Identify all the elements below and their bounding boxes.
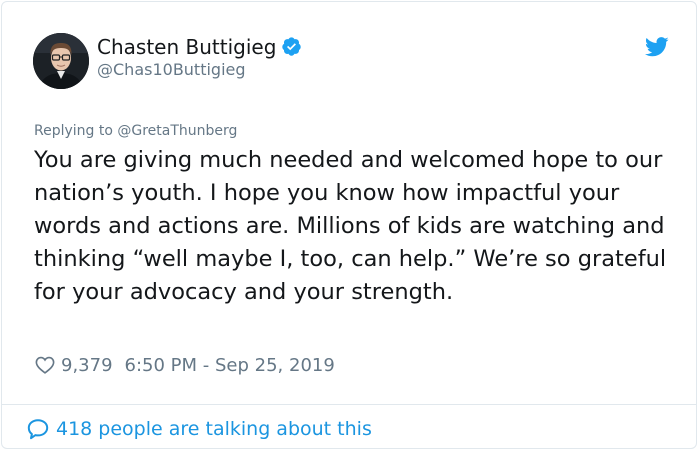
tweet-meta: 9,379 6:50 PM - Sep 25, 2019	[34, 352, 335, 378]
divider	[2, 404, 696, 405]
tweet-text: You are giving much needed and welcomed …	[34, 147, 667, 305]
avatar[interactable]	[33, 33, 89, 89]
speech-bubble-icon	[27, 419, 49, 440]
display-name-text: Chasten Buttigieg	[97, 35, 277, 59]
timestamp[interactable]: 6:50 PM - Sep 25, 2019	[125, 355, 335, 376]
handle[interactable]: @Chas10Buttigieg	[97, 60, 246, 80]
twitter-bird-icon[interactable]	[645, 36, 669, 58]
heart-icon[interactable]	[34, 354, 56, 376]
conversation-text: 418 people are talking about this	[56, 418, 372, 440]
avatar-photo	[33, 33, 89, 89]
conversation-link[interactable]: 418 people are talking about this	[26, 416, 372, 442]
display-name[interactable]: Chasten Buttigieg	[97, 35, 302, 59]
tweet-card: Chasten Buttigieg @Chas10Buttigieg Reply…	[1, 1, 697, 449]
replying-to[interactable]: Replying to @GretaThunberg	[34, 122, 237, 140]
verified-badge-icon	[282, 37, 302, 56]
like-count[interactable]: 9,379	[61, 355, 113, 376]
